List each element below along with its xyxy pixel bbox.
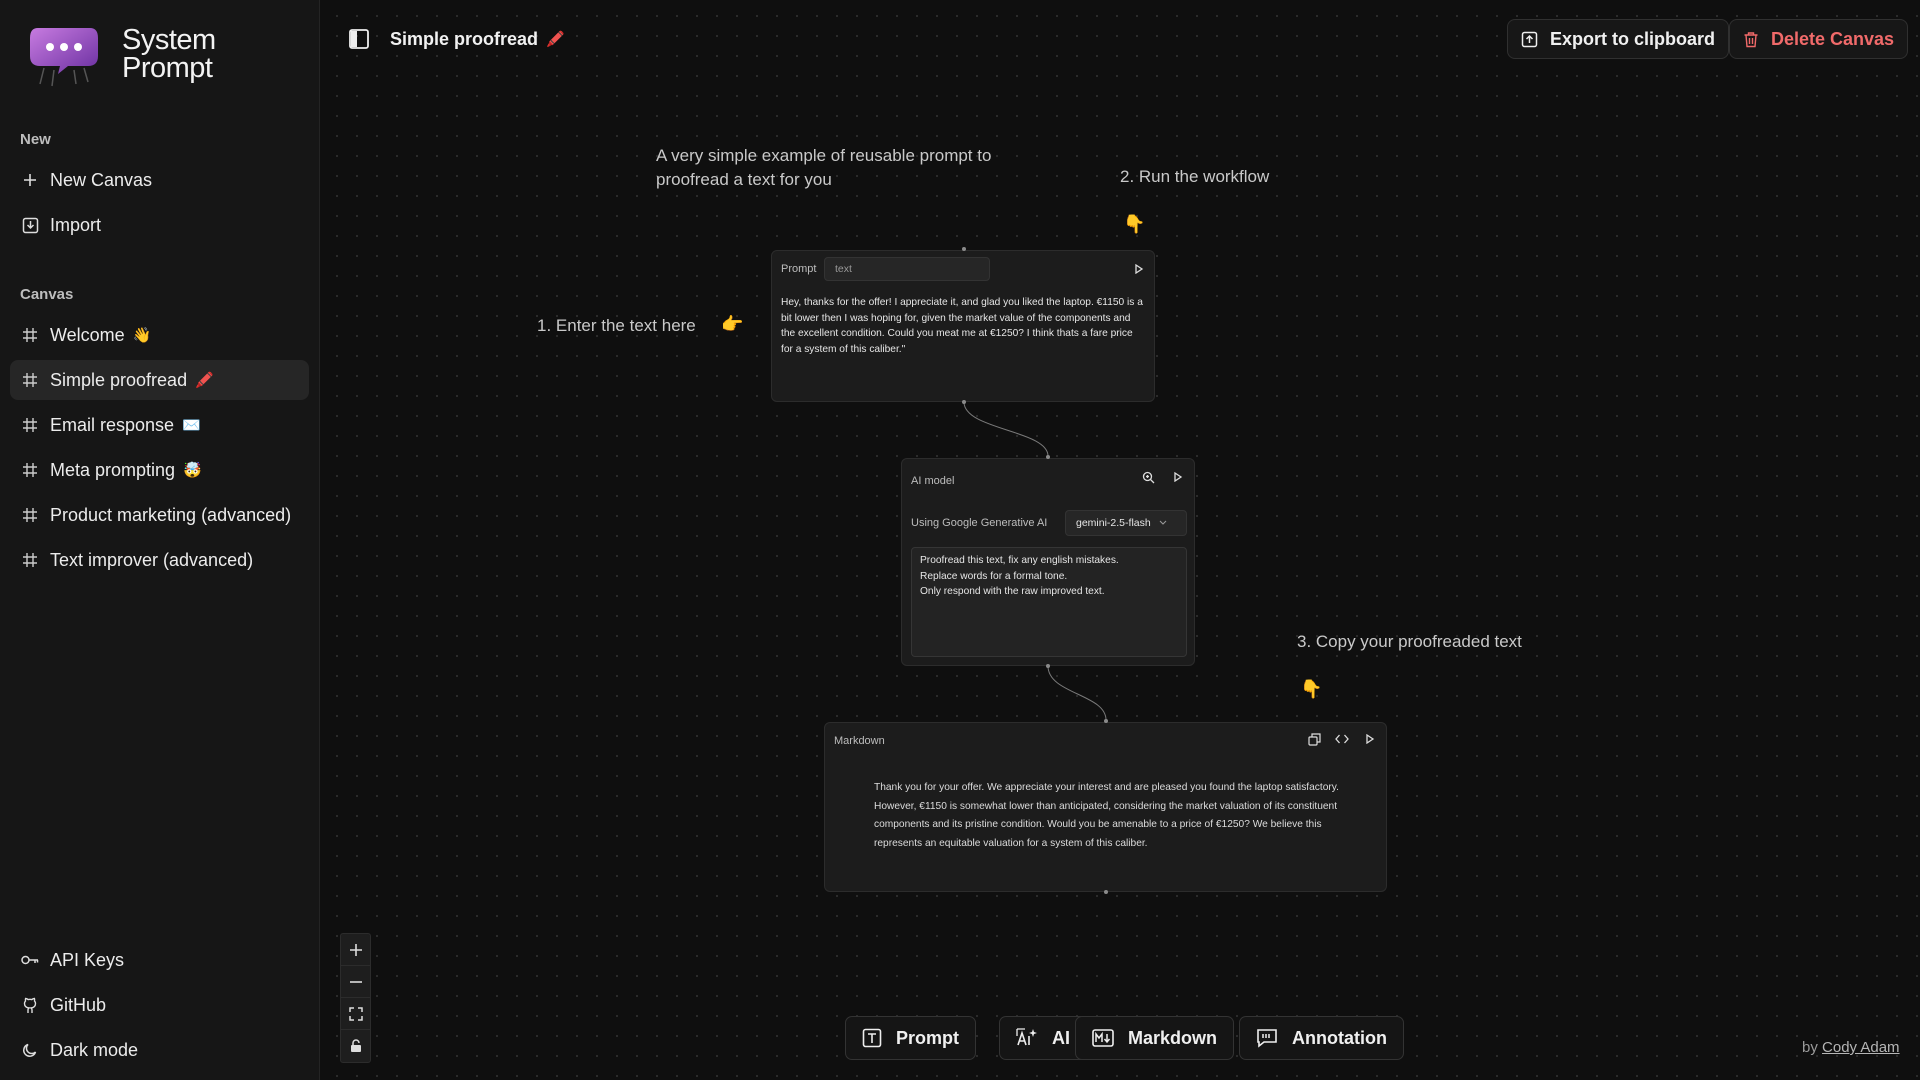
run-icon[interactable] xyxy=(1362,731,1378,747)
chevron-down-icon xyxy=(1159,520,1167,525)
run-icon[interactable] xyxy=(1131,261,1147,277)
credit-prefix: by xyxy=(1802,1039,1818,1056)
export-to-clipboard-button[interactable]: Export to clipboard xyxy=(1507,19,1730,59)
page-title[interactable]: Simple proofread xyxy=(390,29,538,50)
node-handle[interactable] xyxy=(1046,664,1050,668)
model-select[interactable]: gemini-2.5-flash xyxy=(1065,510,1187,536)
toggle-sidebar-icon[interactable] xyxy=(348,28,370,50)
fit-view-icon xyxy=(348,1006,363,1021)
node-header: AI model xyxy=(911,475,955,487)
prompt-text-area[interactable]: Hey, thanks for the offer! I appreciate … xyxy=(781,295,1147,357)
markdown-output: Thank you for your offer. We appreciate … xyxy=(874,782,1339,849)
copy-icon[interactable] xyxy=(1306,731,1322,747)
annotation-intro[interactable]: A very simple example of reusable prompt… xyxy=(656,144,1036,192)
lock-icon xyxy=(350,1039,361,1052)
markdown-tool-label: Markdown xyxy=(1128,1027,1218,1048)
instructions-textarea[interactable]: Proofread this text, fix any english mis… xyxy=(911,547,1187,657)
delete-label: Delete Canvas xyxy=(1771,28,1895,49)
prompt-tool-label: Prompt xyxy=(896,1027,959,1048)
provider-label: Using Google Generative AI xyxy=(911,517,1048,529)
comment-quote-icon xyxy=(1257,1029,1277,1048)
trash-icon xyxy=(1744,31,1758,47)
add-annotation-button[interactable]: Annotation xyxy=(1239,1016,1404,1060)
export-label: Export to clipboard xyxy=(1550,28,1716,49)
prompt-variable-input[interactable]: text xyxy=(824,257,990,281)
instruction-line: Only respond with the raw improved text. xyxy=(920,586,1105,597)
zoom-controls xyxy=(340,933,371,1063)
plus-icon xyxy=(349,943,362,956)
annotation-step2[interactable]: 2. Run the workflow xyxy=(1120,165,1269,189)
hand-pointing-right-icon: 👉 xyxy=(721,314,744,335)
canvas-header: Simple proofread 🖍️ xyxy=(348,28,565,50)
ai-tool-label: AI xyxy=(1052,1027,1070,1048)
node-handle[interactable] xyxy=(962,247,966,251)
delete-canvas-button[interactable]: Delete Canvas xyxy=(1729,19,1909,59)
node-header: Prompt xyxy=(781,263,817,275)
run-icon[interactable] xyxy=(1170,469,1186,485)
zoom-in-button[interactable] xyxy=(341,934,370,966)
zoom-out-button[interactable] xyxy=(341,966,370,998)
markdown-icon xyxy=(1092,1029,1114,1047)
text-box-icon xyxy=(862,1028,882,1048)
connection-ai-to-markdown xyxy=(1047,665,1107,721)
export-icon xyxy=(1521,31,1538,47)
node-handle[interactable] xyxy=(1046,455,1050,459)
minus-icon xyxy=(349,980,362,983)
hand-pointing-down-icon: 👇 xyxy=(1123,214,1146,235)
annotation-step3[interactable]: 3. Copy your proofreaded text xyxy=(1297,630,1522,654)
node-handle[interactable] xyxy=(962,400,966,404)
annotation-step1[interactable]: 1. Enter the text here xyxy=(537,314,696,338)
connection-prompt-to-ai xyxy=(963,401,1049,457)
markdown-node[interactable]: Markdown Thank you for your offer. We ap… xyxy=(824,722,1387,892)
fit-view-button[interactable] xyxy=(341,998,370,1030)
prompt-node[interactable]: Prompt text Hey, thanks for the offer! I… xyxy=(771,250,1155,402)
instruction-line: Proofread this text, fix any english mis… xyxy=(920,555,1119,566)
add-prompt-node-button[interactable]: Prompt xyxy=(845,1016,976,1060)
node-handle[interactable] xyxy=(1104,719,1108,723)
crayon-icon: 🖍️ xyxy=(546,30,565,48)
author-link[interactable]: Cody Adam xyxy=(1822,1039,1900,1056)
add-ai-node-button[interactable]: AI xyxy=(999,1016,1087,1060)
model-select-value: gemini-2.5-flash xyxy=(1076,517,1151,529)
add-markdown-node-button[interactable]: Markdown xyxy=(1075,1016,1235,1060)
code-icon[interactable] xyxy=(1334,731,1350,747)
lock-button[interactable] xyxy=(341,1030,370,1062)
instructions-text: Proofread this text, fix any english mis… xyxy=(920,553,1182,600)
instruction-line: Replace words for a formal tone. xyxy=(920,570,1068,582)
author-credit: by Cody Adam xyxy=(1802,1039,1900,1056)
node-handle[interactable] xyxy=(1104,890,1108,894)
ai-sparkle-icon xyxy=(1016,1028,1037,1046)
node-header: Markdown xyxy=(834,735,885,747)
annotation-tool-label: Annotation xyxy=(1292,1027,1387,1048)
search-icon[interactable] xyxy=(1140,469,1156,485)
hand-pointing-down-icon: 👇 xyxy=(1300,679,1323,700)
ai-model-node[interactable]: AI model Using Google Generative AI gemi… xyxy=(901,458,1195,666)
